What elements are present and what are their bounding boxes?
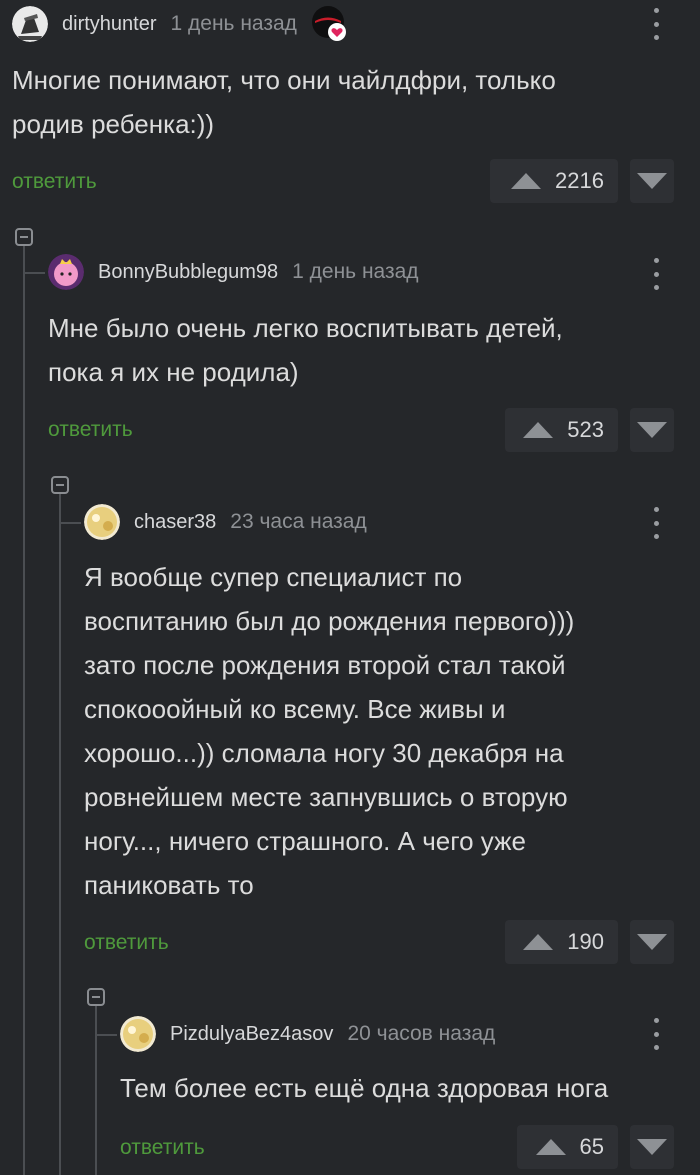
downvote-arrow-icon [637,173,667,189]
username[interactable]: PizdulyaBez4asov [170,1023,333,1046]
thread-elbow [23,272,45,274]
comment-text: Тем более есть ещё одна здоровая нога [120,1066,608,1110]
comment-line: ногу..., ничего страшного. А чего уже [84,826,526,856]
thread-elbow [59,522,81,524]
downvote-button[interactable] [630,1125,674,1169]
comment-line: пока я их не родила) [48,357,299,387]
more-menu-icon[interactable] [652,507,660,539]
comment-header: dirtyhunter 1 день назад [12,4,349,44]
comment-line: воспитанию был до рождения первого))) [84,606,575,636]
reply-button[interactable]: ответить [12,170,97,194]
comment-line: хорошо...)) сломала ногу 30 декабря на [84,738,564,768]
comment-line: спокооойный ко всему. Все живы и [84,694,506,724]
downvote-arrow-icon [637,422,667,438]
vote-controls: 190 [505,920,674,964]
comment-line: ровнейшем месте запнувшись о вторую [84,782,568,812]
upvote-button[interactable]: 65 [517,1125,618,1169]
vote-controls: 2216 [490,159,674,203]
timestamp: 1 день назад [292,260,419,283]
thread-line [95,1006,97,1175]
heart-badge-icon[interactable] [311,5,349,43]
princess-avatar-icon[interactable] [48,254,84,290]
thread-elbow [95,1034,117,1036]
vote-controls: 523 [505,408,674,452]
comment-line: Многие понимают, что они чайлдфри, тольк… [12,65,556,95]
downvote-arrow-icon [637,1139,667,1155]
comment-line: Тем более есть ещё одна здоровая нога [120,1073,609,1103]
downvote-arrow-icon [637,934,667,950]
thread-line [23,246,25,1175]
timestamp: 20 часов назад [347,1022,496,1045]
comment-header: BonnyBubblegum98 1 день назад [48,252,419,292]
default-avatar-icon[interactable] [120,1016,156,1052]
upvote-arrow-icon [523,934,554,950]
collapse-toggle[interactable] [15,228,33,246]
thread-line [59,494,61,1175]
reply-button[interactable]: ответить [48,418,133,442]
score: 2216 [555,168,604,193]
more-menu-icon[interactable] [652,8,660,40]
comment-line: зато после рождения второй стал такой [84,650,566,680]
comment-line: родив ребенка:)) [12,109,215,139]
timestamp: 1 день назад [170,12,297,35]
username[interactable]: chaser38 [134,511,216,534]
upvote-arrow-icon [511,173,542,189]
comment-header: PizdulyaBez4asov 20 часов назад [120,1014,495,1054]
downvote-button[interactable] [630,159,674,203]
upvote-arrow-icon [523,422,554,438]
collapse-toggle[interactable] [87,988,105,1006]
upvote-arrow-icon [535,1139,566,1155]
comment-line: паниковать то [84,870,254,900]
ninja-avatar-icon[interactable] [12,6,48,42]
reply-button[interactable]: ответить [84,931,169,955]
upvote-button[interactable]: 523 [505,408,618,452]
more-menu-icon[interactable] [652,1018,660,1050]
comment-text: Многие понимают, что они чайлдфри, тольк… [12,58,556,146]
comment-text: Мне было очень легко воспитывать детей, … [48,306,563,394]
vote-controls: 65 [517,1125,674,1169]
downvote-button[interactable] [630,920,674,964]
score: 190 [567,929,604,954]
upvote-button[interactable]: 2216 [490,159,618,203]
username[interactable]: dirtyhunter [62,13,157,36]
comment-line: Мне было очень легко воспитывать детей, [48,313,563,343]
comment-text: Я вообще супер специалист по воспитанию … [84,555,574,907]
comment-line: Я вообще супер специалист по [84,562,463,592]
default-avatar-icon[interactable] [84,504,120,540]
score: 65 [579,1134,604,1159]
comment-header: chaser38 23 часа назад [84,502,367,542]
collapse-toggle[interactable] [51,476,69,494]
downvote-button[interactable] [630,408,674,452]
upvote-button[interactable]: 190 [505,920,618,964]
score: 523 [567,417,604,442]
reply-button[interactable]: ответить [120,1136,205,1160]
timestamp: 23 часа назад [230,510,367,533]
username[interactable]: BonnyBubblegum98 [98,261,278,284]
more-menu-icon[interactable] [652,258,660,290]
